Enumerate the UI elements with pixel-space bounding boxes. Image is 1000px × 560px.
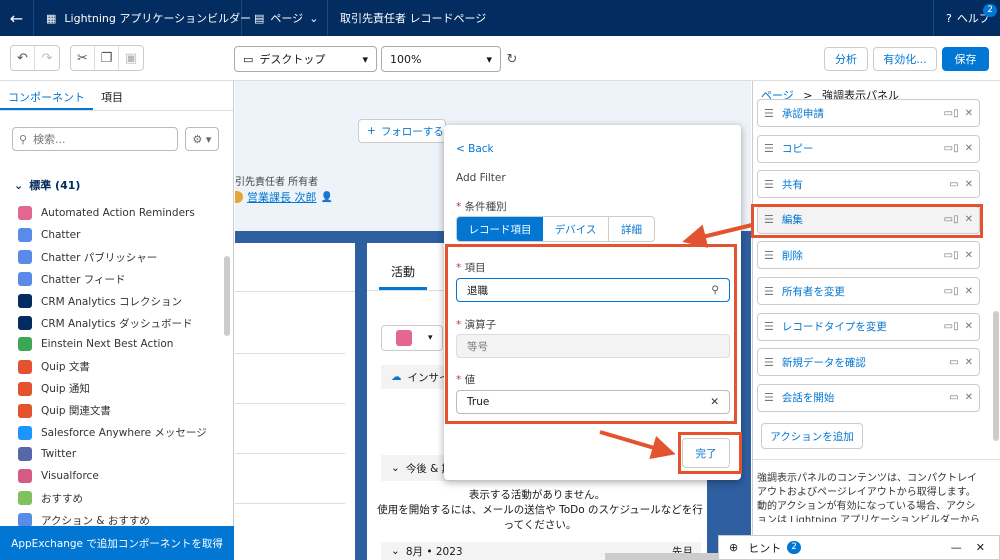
arrow-to-done bbox=[599, 430, 676, 459]
annotation-arrows bbox=[599, 223, 753, 459]
arrow-to-filter bbox=[682, 223, 753, 248]
